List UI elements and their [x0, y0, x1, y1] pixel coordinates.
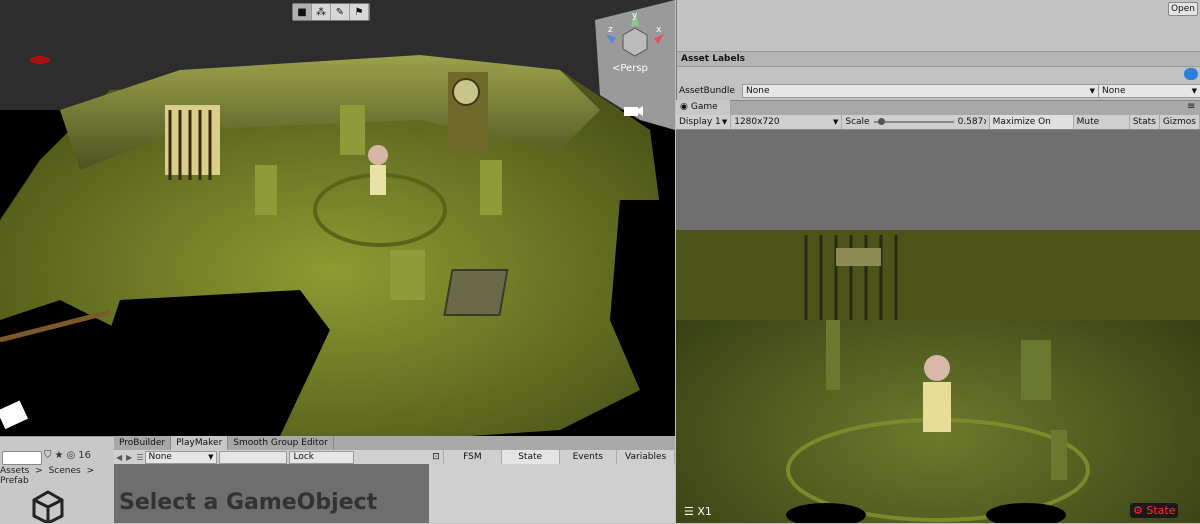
scale-value: 0.587x: [957, 117, 986, 127]
playmaker-toolbar: ◀ ▶ ☰ None ▼ Lock: [114, 450, 429, 465]
resolution-select[interactable]: 1280x720 ▼: [731, 115, 843, 129]
scale-label: Scale: [845, 117, 870, 127]
tab-variables[interactable]: Variables: [617, 450, 675, 464]
tab-game-label: Game: [690, 102, 718, 112]
breadcrumb-scenes[interactable]: Scenes: [49, 466, 81, 476]
fsm-select[interactable]: None ▼: [145, 450, 218, 464]
scene-draw-mode-toolbar: ■ ⁂ ✎ ⚑: [292, 3, 370, 21]
display-value: Display 1: [679, 117, 721, 127]
scene-view[interactable]: ■ ⁂ ✎ ⚑ y x z <Persp: [0, 0, 675, 436]
chevron-down-icon: ▼: [208, 452, 214, 461]
playmaker-side-tabs: ⊡ FSM State Events Variables: [429, 450, 675, 464]
shaded-cube-icon[interactable]: ■: [293, 4, 312, 20]
pen-icon[interactable]: ✎: [331, 4, 350, 20]
gizmos-dropdown[interactable]: Gizmos: [1160, 115, 1200, 129]
game-tabbar: [676, 100, 1200, 116]
asset-labels-header[interactable]: Asset Labels: [677, 51, 1200, 67]
breadcrumb-prefab[interactable]: Prefab: [0, 476, 29, 486]
hud-state-label: State: [1146, 504, 1176, 517]
lock-toggle[interactable]: Lock: [289, 450, 355, 464]
tag-icon[interactable]: ⛉: [44, 450, 52, 464]
gizmo-x-label: x: [656, 25, 662, 35]
fsm-select-value: None: [148, 451, 172, 462]
wireframe-icon[interactable]: ⁂: [312, 4, 331, 20]
assetbundle-variant-select[interactable]: None ▼: [1098, 84, 1200, 98]
bottom-tabbar: ProBuilder PlayMaker Smooth Group Editor: [114, 436, 675, 451]
tab-fsm[interactable]: FSM: [444, 450, 502, 464]
game-view[interactable]: [676, 130, 1200, 523]
label-tag-icon[interactable]: [1184, 68, 1198, 80]
game-hud-counter[interactable]: ☰ X1: [684, 505, 712, 518]
breadcrumb-separator: >: [86, 466, 95, 476]
chevron-down-icon: ▼: [721, 118, 728, 126]
chevron-down-icon: ▼: [832, 118, 839, 126]
back-icon[interactable]: ◀: [114, 453, 124, 462]
mute-audio-toggle[interactable]: Mute Audio: [1074, 115, 1130, 141]
gizmo-y-label: y: [632, 11, 638, 21]
stats-toggle[interactable]: Stats: [1130, 115, 1160, 129]
visibility-icon[interactable]: ◎: [66, 450, 75, 464]
settings-icon[interactable]: ⊡: [429, 450, 444, 464]
assetbundle-variant-value: None: [1102, 86, 1126, 96]
chevron-down-icon: ▼: [1089, 87, 1095, 95]
gizmo-z-label: z: [608, 25, 613, 35]
tab-game[interactable]: ◉ Game: [676, 100, 730, 115]
open-button[interactable]: Open: [1168, 2, 1198, 16]
breadcrumb-separator: >: [35, 466, 43, 476]
more-icon[interactable]: ≡: [1187, 101, 1195, 112]
persp-label[interactable]: <Persp: [612, 63, 648, 74]
game-render: [676, 130, 1200, 523]
select-gameobject-hint: Select a GameObject: [119, 490, 378, 515]
display-select[interactable]: Display 1 ▼: [676, 115, 732, 129]
camera-icon: [624, 106, 643, 116]
tab-playmaker[interactable]: PlayMaker: [171, 436, 229, 450]
chevron-down-icon: ▼: [1191, 87, 1197, 95]
game-toolbar: Display 1 ▼ 1280x720 ▼ Scale 0.587x Maximi…: [676, 115, 1200, 141]
game-hud-state-button[interactable]: ⚙ State: [1130, 503, 1179, 518]
assetbundle-value: None: [746, 86, 770, 96]
tab-probuilder[interactable]: ProBuilder: [114, 436, 172, 450]
tab-state[interactable]: State: [501, 450, 560, 464]
gamepad-icon: ◉: [680, 102, 688, 112]
count-badge: 16: [78, 450, 91, 461]
project-search-input[interactable]: [2, 451, 42, 465]
hud-counter-value: X1: [697, 505, 712, 518]
assetbundle-select[interactable]: None ▼: [742, 84, 1099, 98]
resolution-value: 1280x720: [734, 117, 780, 127]
forward-icon[interactable]: ▶: [124, 453, 134, 462]
menu-icon[interactable]: ☰: [134, 453, 145, 462]
fsm-secondary-select[interactable]: [219, 450, 288, 464]
tab-events[interactable]: Events: [560, 450, 618, 464]
flag-icon[interactable]: ⚑: [350, 4, 369, 20]
scale-control: Scale 0.587x: [842, 115, 990, 129]
scale-slider[interactable]: [873, 118, 954, 125]
tab-smooth-group-editor[interactable]: Smooth Group Editor: [228, 436, 334, 450]
unity-logo-icon: [32, 490, 64, 523]
star-icon[interactable]: ★: [55, 450, 64, 464]
maximize-on-play-toggle[interactable]: Maximize On Play: [989, 115, 1074, 141]
scene-render: [0, 0, 675, 436]
project-toolbar: ⛉ ★ ◎ 16: [44, 450, 114, 464]
breadcrumb: Assets > Scenes > Prefab: [0, 466, 114, 486]
scale-slider-thumb[interactable]: [877, 118, 885, 125]
breadcrumb-assets[interactable]: Assets: [0, 466, 29, 476]
